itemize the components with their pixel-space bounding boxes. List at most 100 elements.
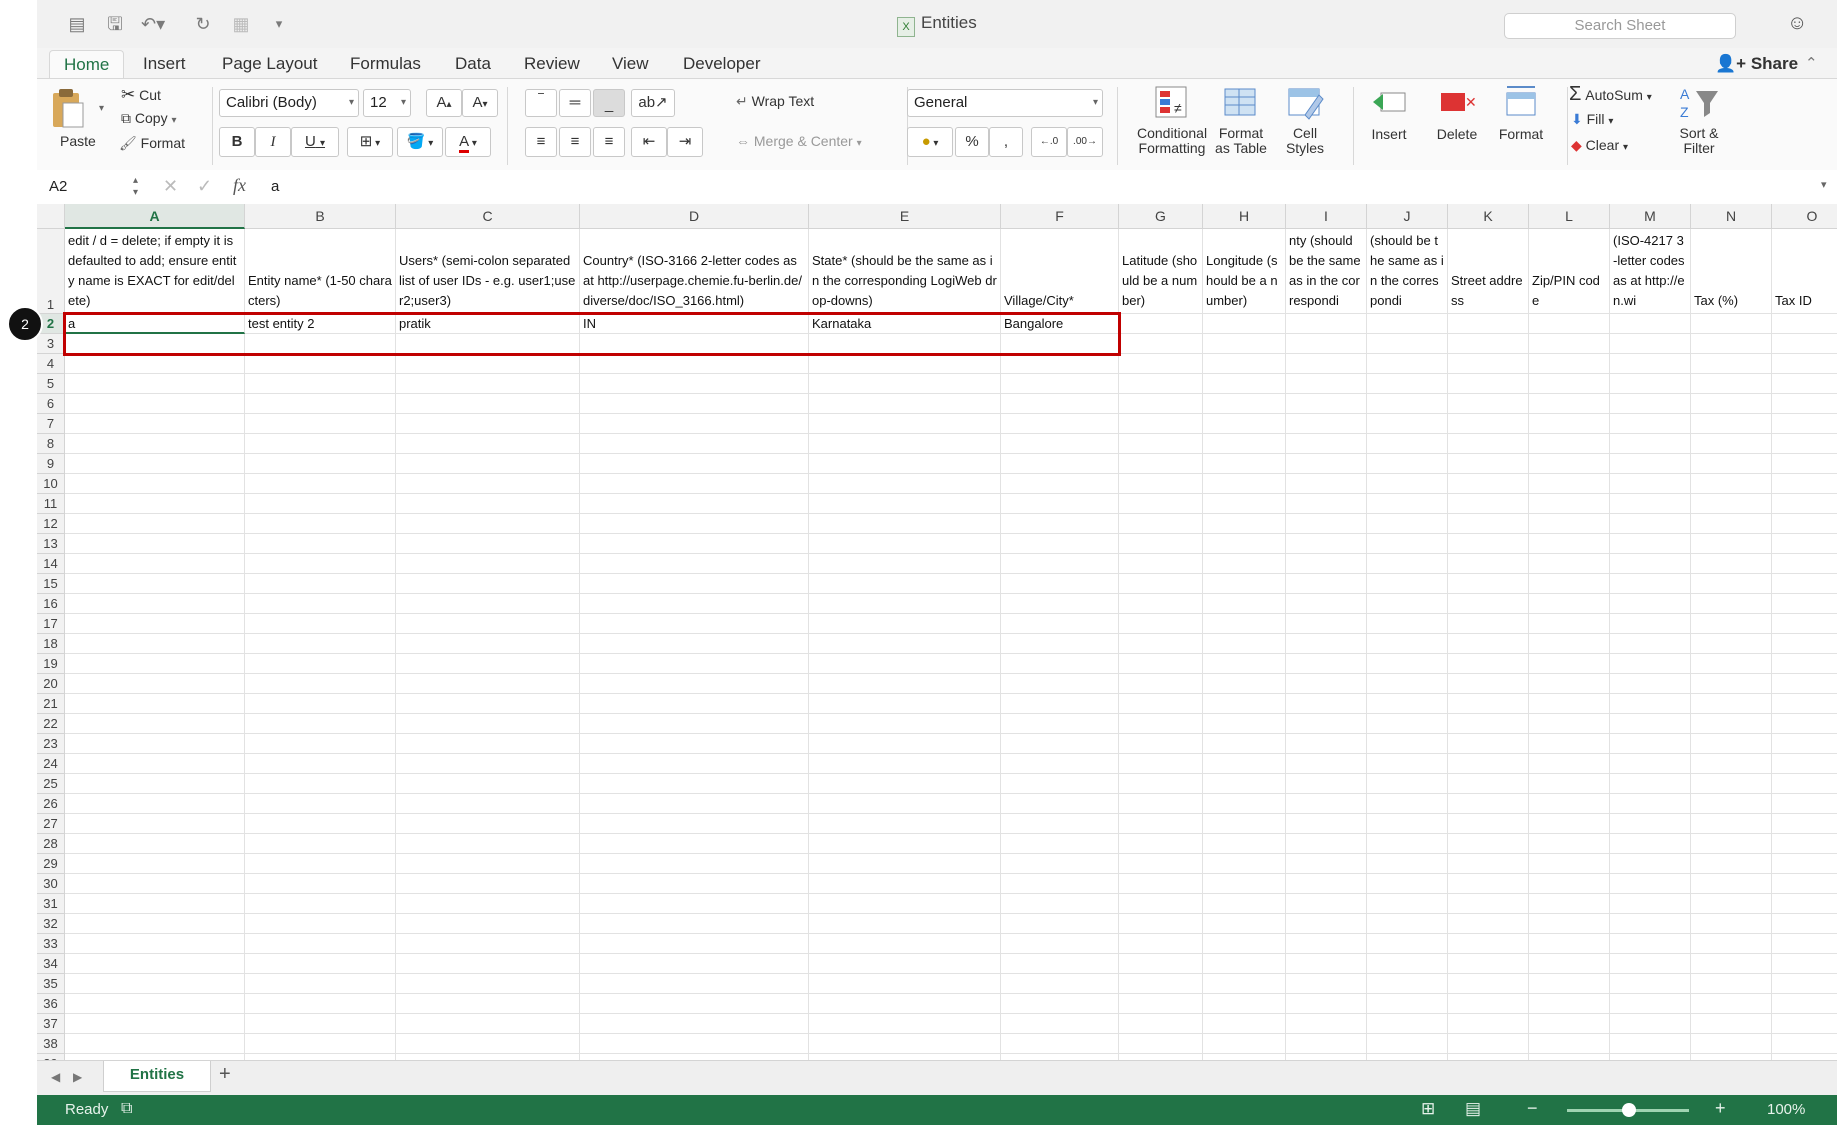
empty-cell[interactable] [1610, 674, 1691, 694]
empty-cell[interactable] [1119, 734, 1203, 754]
empty-cell[interactable] [1529, 774, 1610, 794]
empty-cell[interactable] [245, 894, 396, 914]
column-header-i[interactable]: I [1286, 204, 1367, 229]
row-header[interactable]: 37 [37, 1014, 65, 1034]
empty-cell[interactable] [1529, 554, 1610, 574]
empty-cell[interactable] [1286, 714, 1367, 734]
empty-cell[interactable] [1001, 874, 1119, 894]
empty-cell[interactable] [1286, 634, 1367, 654]
empty-cell[interactable] [1001, 754, 1119, 774]
empty-cell[interactable] [1119, 574, 1203, 594]
empty-cell[interactable] [1367, 534, 1448, 554]
font-size-dropdown[interactable]: 12 ▾ [363, 89, 411, 117]
empty-cell[interactable] [1610, 894, 1691, 914]
empty-cell[interactable] [1001, 574, 1119, 594]
empty-cell[interactable] [1001, 474, 1119, 494]
empty-cell[interactable] [245, 1034, 396, 1054]
empty-cell[interactable] [65, 894, 245, 914]
empty-cell[interactable] [1286, 674, 1367, 694]
empty-cell[interactable] [1119, 874, 1203, 894]
empty-cell[interactable] [1367, 774, 1448, 794]
empty-cell[interactable] [809, 554, 1001, 574]
empty-cell[interactable] [65, 834, 245, 854]
empty-cell[interactable] [245, 394, 396, 414]
empty-cell[interactable] [1529, 714, 1610, 734]
empty-cell[interactable] [1529, 974, 1610, 994]
empty-cell[interactable] [1529, 954, 1610, 974]
empty-cell[interactable] [1691, 814, 1772, 834]
empty-cell[interactable] [809, 714, 1001, 734]
empty-cell[interactable] [580, 454, 809, 474]
empty-cell[interactable] [809, 494, 1001, 514]
row-header[interactable]: 24 [37, 754, 65, 774]
empty-cell[interactable] [65, 814, 245, 834]
paste-button[interactable] [51, 87, 85, 134]
empty-cell[interactable] [245, 834, 396, 854]
empty-cell[interactable] [1610, 694, 1691, 714]
empty-cell[interactable] [1691, 634, 1772, 654]
empty-cell[interactable] [1367, 514, 1448, 534]
empty-cell[interactable] [809, 374, 1001, 394]
add-sheet-button[interactable]: + [219, 1063, 231, 1086]
empty-cell[interactable] [1691, 754, 1772, 774]
empty-cell[interactable] [809, 814, 1001, 834]
empty-cell[interactable] [1367, 1034, 1448, 1054]
empty-cell[interactable] [1529, 354, 1610, 374]
empty-cell[interactable] [65, 474, 245, 494]
empty-cell[interactable] [1691, 374, 1772, 394]
empty-cell[interactable] [245, 714, 396, 734]
row-header[interactable]: 12 [37, 514, 65, 534]
column-header-f[interactable]: F [1001, 204, 1119, 229]
empty-cell[interactable] [1691, 674, 1772, 694]
copy-button[interactable]: ⧉ Copy ▾ [121, 110, 177, 127]
empty-cell[interactable] [245, 794, 396, 814]
empty-cell[interactable] [1691, 854, 1772, 874]
empty-cell[interactable] [1772, 434, 1837, 454]
empty-cell[interactable] [1001, 634, 1119, 654]
empty-cell[interactable] [1529, 834, 1610, 854]
empty-cell[interactable] [1448, 974, 1529, 994]
header-cell[interactable]: Zip/PIN code [1529, 229, 1610, 314]
empty-cell[interactable] [1448, 474, 1529, 494]
cell-styles-button[interactable]: Cell Styles [1277, 83, 1333, 156]
empty-cell[interactable] [1119, 714, 1203, 734]
empty-cell[interactable] [580, 654, 809, 674]
empty-cell[interactable] [1610, 614, 1691, 634]
empty-cell[interactable] [1001, 734, 1119, 754]
empty-cell[interactable] [1448, 754, 1529, 774]
empty-cell[interactable] [245, 414, 396, 434]
empty-cell[interactable] [809, 654, 1001, 674]
empty-cell[interactable] [1529, 594, 1610, 614]
empty-cell[interactable] [1286, 754, 1367, 774]
empty-cell[interactable] [1610, 774, 1691, 794]
empty-cell[interactable] [1610, 854, 1691, 874]
data-cell[interactable] [1203, 314, 1286, 334]
empty-cell[interactable] [1367, 374, 1448, 394]
empty-cell[interactable] [1001, 674, 1119, 694]
empty-cell[interactable] [1529, 574, 1610, 594]
empty-cell[interactable] [245, 754, 396, 774]
empty-cell[interactable] [1448, 394, 1529, 414]
empty-cell[interactable] [1286, 654, 1367, 674]
empty-cell[interactable] [1448, 874, 1529, 894]
empty-cell[interactable] [396, 974, 580, 994]
empty-cell[interactable] [1610, 354, 1691, 374]
empty-cell[interactable] [1610, 474, 1691, 494]
row-header[interactable]: 9 [37, 454, 65, 474]
empty-cell[interactable] [1367, 874, 1448, 894]
empty-cell[interactable] [1001, 1034, 1119, 1054]
column-header-k[interactable]: K [1448, 204, 1529, 229]
font-name-dropdown[interactable]: Calibri (Body) ▾ [219, 89, 359, 117]
empty-cell[interactable] [1610, 574, 1691, 594]
empty-cell[interactable] [1610, 814, 1691, 834]
empty-cell[interactable] [580, 854, 809, 874]
row-header[interactable]: 15 [37, 574, 65, 594]
empty-cell[interactable] [1448, 714, 1529, 734]
data-cell[interactable] [1772, 314, 1837, 334]
empty-cell[interactable] [1448, 494, 1529, 514]
row-header[interactable]: 16 [37, 594, 65, 614]
empty-cell[interactable] [809, 594, 1001, 614]
empty-cell[interactable] [65, 874, 245, 894]
empty-cell[interactable] [1367, 594, 1448, 614]
empty-cell[interactable] [1001, 654, 1119, 674]
